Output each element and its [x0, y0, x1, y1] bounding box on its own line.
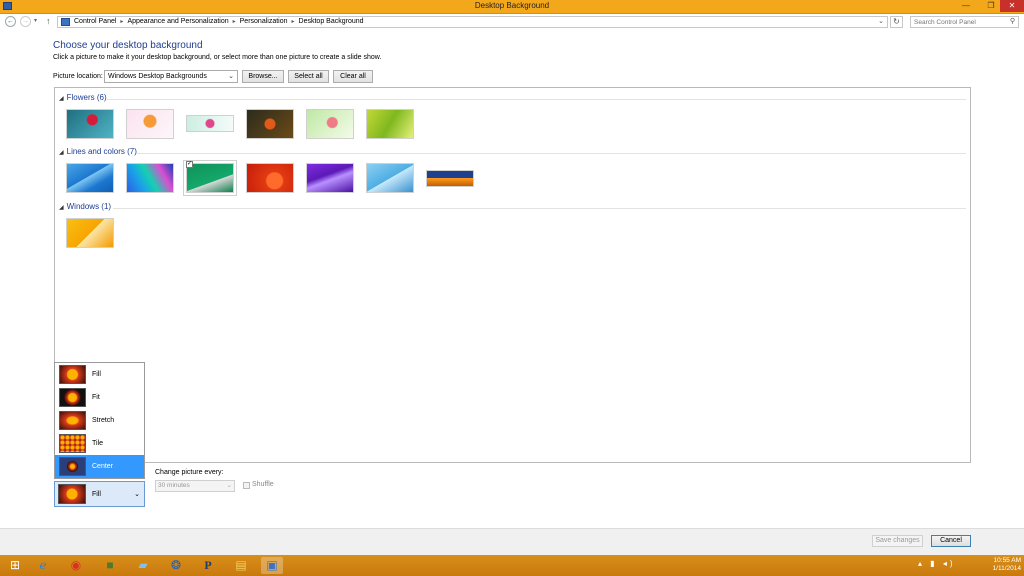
start-icon[interactable]: ⊞ — [4, 557, 26, 574]
interval-value: 30 minutes — [158, 482, 190, 489]
pandora-icon[interactable]: P — [197, 557, 219, 574]
collapse-triangle-icon[interactable]: ◢ — [59, 96, 64, 102]
book-icon[interactable]: ▰ — [132, 557, 154, 574]
position-option-fill[interactable]: Fill — [55, 363, 144, 386]
cancel-button[interactable]: Cancel — [931, 535, 971, 547]
recent-locations-button[interactable]: ▾ — [34, 17, 37, 24]
position-option-fit[interactable]: Fit — [55, 386, 144, 409]
wallpaper-thumb[interactable] — [126, 109, 174, 139]
file-explorer-icon[interactable]: ▤ — [230, 557, 252, 574]
chevron-down-icon[interactable]: ⌄ — [134, 490, 140, 498]
wallpaper-thumb[interactable] — [246, 163, 294, 193]
picture-position-list[interactable]: Fill Fit Stretch Tile Center — [54, 362, 145, 479]
taskbar: ⊞ ℯ ◉ ■ ▰ ❂ P ▤ ▣ ▴ ▮ ◂) 10:55 AM 1/11/2… — [0, 555, 1024, 576]
breadcrumb: Control Panel ▸ Appearance and Personaliza… — [74, 18, 364, 25]
group-divider — [107, 99, 966, 100]
close-button[interactable]: ✕ — [1000, 0, 1024, 12]
wallpaper-thumb[interactable] — [366, 163, 414, 193]
wallpaper-thumb[interactable] — [186, 115, 234, 132]
checkbox-checked-icon[interactable]: ✓ — [186, 161, 193, 168]
wallpaper-thumb[interactable] — [66, 218, 114, 248]
address-bar[interactable]: Control Panel ▸ Appearance and Personaliza… — [57, 16, 888, 28]
select-all-button[interactable]: Select all — [288, 70, 329, 83]
stretch-preview-icon — [59, 411, 86, 430]
save-changes-button[interactable]: Save changes — [872, 535, 923, 547]
address-dropdown-icon[interactable]: ⌄ — [878, 17, 884, 25]
refresh-button[interactable]: ↻ — [890, 16, 903, 28]
wallpaper-thumb[interactable] — [306, 109, 354, 139]
restore-button[interactable]: ❐ — [983, 0, 999, 12]
breadcrumb-item[interactable]: Personalization — [240, 18, 288, 25]
group-header-windows[interactable]: ◢ Windows (1) — [59, 202, 111, 211]
group-divider — [137, 153, 966, 154]
wallpaper-thumb[interactable] — [66, 163, 114, 193]
forward-button[interactable]: → — [20, 16, 31, 27]
control-panel-icon — [61, 18, 70, 26]
clock-time: 10:55 AM — [993, 557, 1021, 564]
center-preview-icon — [59, 457, 86, 476]
fill-preview-icon — [58, 484, 86, 504]
fit-preview-icon — [59, 388, 86, 407]
wallpaper-thumb[interactable] — [366, 109, 414, 139]
position-option-center[interactable]: Center — [55, 455, 144, 478]
search-input[interactable] — [911, 17, 1006, 27]
group-divider — [113, 208, 966, 209]
footer-bar — [0, 528, 1024, 556]
wallpaper-thumb[interactable] — [306, 163, 354, 193]
navigation-bar: ← → ▾ ↑ Control Panel ▸ Appearance and Per… — [0, 14, 1024, 30]
chrome-icon[interactable]: ◉ — [65, 557, 87, 574]
wallpaper-thumb-selected[interactable]: ✓ — [183, 160, 237, 196]
breadcrumb-separator-icon[interactable]: ▸ — [120, 19, 123, 25]
wallpaper-thumb[interactable] — [426, 170, 474, 187]
breadcrumb-separator-icon[interactable]: ▸ — [292, 19, 295, 25]
position-option-tile[interactable]: Tile — [55, 432, 144, 455]
tile-preview-icon — [59, 434, 86, 453]
wallpaper-thumb[interactable] — [126, 163, 174, 193]
wallpaper-thumb[interactable] — [246, 109, 294, 139]
fill-preview-icon — [59, 365, 86, 384]
search-icon[interactable]: ⚲ — [1010, 17, 1015, 25]
back-button[interactable]: ← — [5, 16, 16, 27]
breadcrumb-item[interactable]: Desktop Background — [299, 18, 364, 25]
breadcrumb-item[interactable]: Appearance and Personalization — [127, 18, 228, 25]
picture-location-value: Windows Desktop Backgrounds — [108, 73, 207, 80]
page-title: Choose your desktop background — [53, 40, 203, 51]
picture-location-select[interactable]: Windows Desktop Backgrounds ⌄ — [104, 70, 238, 83]
browse-button[interactable]: Browse... — [242, 70, 284, 83]
breadcrumb-separator-icon[interactable]: ▸ — [233, 19, 236, 25]
interval-select[interactable]: 30 minutes ⌄ — [155, 480, 235, 492]
picture-position-select[interactable]: Fill ⌄ — [54, 481, 145, 507]
page-subtitle: Click a picture to make it your desktop … — [53, 54, 382, 61]
minecraft-icon[interactable]: ■ — [99, 557, 121, 574]
title-bar: Desktop Background — ❐ ✕ — [0, 0, 1024, 14]
group-header-lines-and-colors[interactable]: ◢ Lines and colors (7) — [59, 147, 137, 156]
picture-location-label: Picture location: — [53, 73, 103, 80]
group-header-flowers[interactable]: ◢ Flowers (6) — [59, 93, 107, 102]
wallpaper-gallery[interactable]: ◢ Flowers (6) ◢ Lines and colors (7) ✓ ◢ Wi… — [54, 87, 971, 463]
breadcrumb-item[interactable]: Control Panel — [74, 18, 116, 25]
search-box[interactable]: ⚲ — [910, 16, 1019, 28]
minimize-button[interactable]: — — [958, 0, 974, 12]
media-center-icon[interactable]: ❂ — [165, 557, 187, 574]
window-title: Desktop Background — [474, 1, 550, 10]
shuffle-label: Shuffle — [252, 481, 274, 488]
picture-position-value: Fill — [92, 491, 101, 498]
collapse-triangle-icon[interactable]: ◢ — [59, 150, 64, 156]
internet-explorer-icon[interactable]: ℯ — [32, 557, 54, 574]
up-button[interactable]: ↑ — [46, 16, 51, 26]
clock-date: 1/11/2014 — [992, 565, 1021, 572]
system-tray[interactable]: ▴ ▮ ◂) — [918, 559, 956, 568]
position-option-stretch[interactable]: Stretch — [55, 409, 144, 432]
chevron-down-icon: ⌄ — [226, 482, 232, 489]
chevron-down-icon: ⌄ — [228, 73, 234, 80]
change-picture-label: Change picture every: — [155, 469, 224, 476]
collapse-triangle-icon[interactable]: ◢ — [59, 205, 64, 211]
shuffle-checkbox[interactable] — [243, 482, 250, 489]
wallpaper-thumb[interactable] — [66, 109, 114, 139]
clock[interactable]: 10:55 AM 1/11/2014 — [985, 557, 1021, 573]
clear-all-button[interactable]: Clear all — [333, 70, 373, 83]
control-panel-icon[interactable]: ▣ — [261, 557, 283, 574]
